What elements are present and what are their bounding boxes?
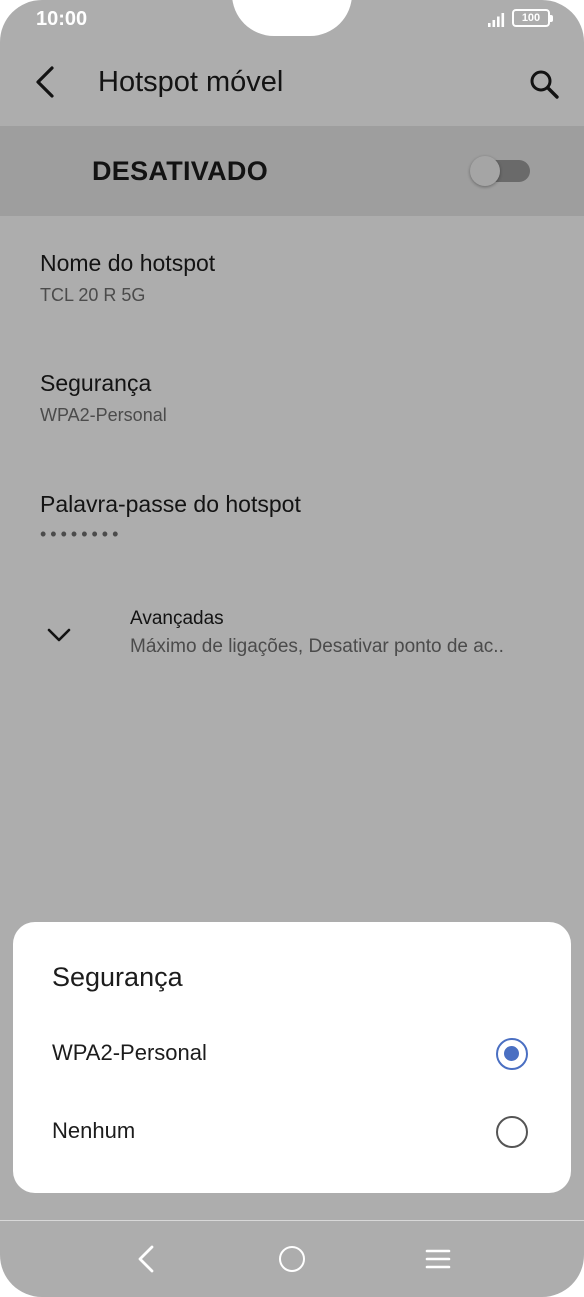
status-time: 10:00 — [36, 8, 88, 30]
status-bar: 10:00 100 — [0, 0, 584, 40]
nav-menu-icon[interactable] — [425, 1247, 451, 1271]
camera-notch — [232, 0, 352, 36]
security-dialog: Segurança WPA2-Personal Nenhum — [13, 922, 571, 1193]
dialog-title: Segurança — [52, 962, 183, 992]
radio-selected-icon[interactable] — [496, 1038, 528, 1070]
option-wpa2-personal[interactable]: WPA2-Personal — [13, 1018, 571, 1090]
option-label: WPA2-Personal — [52, 1040, 207, 1065]
phone-screen: Hotspot móvel DESATIVADO Nome do hotspot… — [0, 0, 584, 1297]
signal-icon — [488, 13, 505, 27]
radio-unselected-icon[interactable] — [496, 1116, 528, 1148]
nav-home-icon[interactable] — [279, 1246, 305, 1272]
navigation-bar — [0, 1220, 584, 1297]
battery-icon: 100 — [512, 9, 553, 27]
option-none[interactable]: Nenhum — [13, 1096, 571, 1168]
option-label: Nenhum — [52, 1118, 136, 1143]
nav-back-icon[interactable] — [130, 1241, 162, 1277]
